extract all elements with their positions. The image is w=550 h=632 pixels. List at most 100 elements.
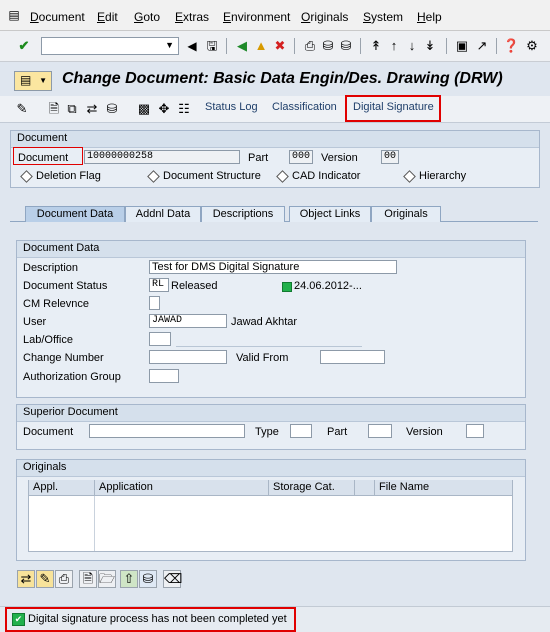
screen-options-icon: ▤ [20,73,32,87]
group-title: Originals [23,461,67,473]
tab-originals[interactable]: Originals [371,206,441,222]
checkin-icon[interactable]: ⇧ [120,570,138,588]
cm-relevance-checkbox[interactable] [149,296,160,310]
screen-options-button[interactable]: ▤ ▼ [14,71,52,91]
group-title: Document Data [23,242,100,254]
title-bar: ▤ ▼ Change Document: Basic Data Engin/De… [0,62,550,96]
superior-part-label: Part [327,426,348,438]
column-header-appl[interactable]: Appl. [29,480,95,496]
superior-version-field[interactable] [466,424,484,438]
tab-descriptions[interactable]: Descriptions [201,206,285,222]
group-header: Document Data [17,241,525,258]
menu-originals[interactable]: Originals [301,10,348,24]
superior-part-field[interactable] [368,424,392,438]
find-icon[interactable]: ⛁ [104,101,120,117]
column-header-blank[interactable] [355,480,375,496]
cad-indicator-label: CAD Indicator [292,170,361,182]
user-full-name: Jawad Akhtar [231,316,298,328]
group-header: Document [11,131,539,148]
print-original-icon[interactable]: ⎙ [55,570,73,588]
menu-goto[interactable]: Goto [134,10,160,24]
document-structure-label: Document Structure [163,170,261,182]
find-next-icon[interactable]: ⛁ [338,38,354,54]
hierarchy-label: Hierarchy [419,170,467,182]
enter-icon[interactable]: ✔ [16,38,32,54]
classification-button[interactable]: Classification [272,101,337,113]
valid-from-label: Valid From [236,352,289,364]
previous-page-icon[interactable]: ↑ [386,38,402,54]
find-icon[interactable]: ⛁ [320,38,336,54]
layout-menu-icon[interactable]: ⚙ [524,38,540,54]
open-original-icon[interactable]: 🗁 [98,570,116,588]
structure-icon[interactable]: ✥ [156,101,172,117]
authorization-group-field[interactable] [149,369,179,383]
column-header-file-name[interactable]: File Name [375,480,512,496]
back-icon[interactable]: ◀ [234,38,250,54]
chevron-down-icon: ▼ [39,76,47,85]
sap-menu-icon[interactable]: ▤ [6,7,22,23]
description-label: Description [23,262,79,274]
part-label: Part [248,152,269,164]
display-original-icon[interactable]: ⛁ [139,570,157,588]
start-application-icon[interactable]: ⇄ [17,570,35,588]
command-field[interactable]: ▼ [41,37,179,55]
superior-type-field[interactable] [290,424,312,438]
page-title: Change Document: Basic Data Engin/Des. D… [62,70,503,87]
new-session-icon[interactable]: ▣ [454,38,470,54]
exit-icon[interactable]: ▲ [253,38,269,54]
new-original-icon[interactable]: 🗎 [79,570,97,588]
menu-environment[interactable]: Environment [223,10,290,24]
superior-document-label: Document [23,426,74,438]
superior-document-field[interactable] [89,424,245,438]
document-status-field[interactable]: RL [149,278,169,292]
change-number-field[interactable] [149,350,227,364]
divider [176,346,362,347]
deletion-flag-label: Deletion Flag [36,170,101,182]
next-page-icon[interactable]: ↓ [404,38,420,54]
copy-document-icon[interactable]: ⧉ [64,101,80,117]
shortcut-icon[interactable]: ↗ [474,38,490,54]
column-divider [94,496,95,551]
first-page-icon[interactable]: ↟ [368,38,384,54]
delete-icon[interactable]: ⌫ [163,570,182,588]
status-log-button[interactable]: Status Log [205,101,258,113]
tab-addnl-data[interactable]: Addnl Data [125,206,201,222]
valid-from-field[interactable] [320,350,385,364]
user-label: User [23,316,47,328]
digital-signature-highlight [345,95,441,122]
status-message[interactable]: Digital signature process has not been c… [28,613,287,625]
superior-type-label: Type [255,426,279,438]
document-number-field[interactable]: 10000000258 [84,150,240,164]
menu-system[interactable]: System [363,10,403,24]
user-field[interactable]: JAWAD [149,314,227,328]
new-document-icon[interactable]: 🗎 [46,101,62,117]
success-check-icon: ✔ [12,613,25,626]
cancel-icon[interactable]: ✖ [272,38,288,54]
application-toolbar: ✎ 🗎 ⧉ ⇄ ⛁ ▩ ✥ ☷ Status Log Classificatio… [0,96,550,123]
menu-bar: ▤ Document Edit Goto Extras Environment … [0,0,550,31]
menu-edit[interactable]: Edit [97,10,118,24]
edit-original-icon[interactable]: ✎ [36,570,54,588]
where-used-icon[interactable]: ⇄ [84,101,100,117]
lab-office-field[interactable] [149,332,171,346]
version-field[interactable]: 00 [381,150,399,164]
menu-document[interactable]: Document [30,10,85,24]
description-field[interactable]: Test for DMS Digital Signature [149,260,397,274]
collapse-icon[interactable]: ◀ [184,38,200,54]
last-page-icon[interactable]: ↡ [422,38,438,54]
column-header-application[interactable]: Application [95,480,269,496]
document-browser-icon[interactable]: ▩ [136,101,152,117]
help-icon[interactable]: ❓ [503,38,519,54]
display-change-icon[interactable]: ✎ [14,101,30,117]
print-icon[interactable]: ⎙ [302,38,318,54]
column-header-storage-cat[interactable]: Storage Cat. [269,480,355,496]
save-icon[interactable]: 🖫 [204,38,220,54]
tab-document-data[interactable]: Document Data [25,206,125,222]
chevron-down-icon[interactable]: ▼ [165,40,174,50]
menu-help[interactable]: Help [417,10,442,24]
group-header: Superior Document [17,405,525,422]
menu-extras[interactable]: Extras [175,10,209,24]
hierarchy-icon[interactable]: ☷ [176,101,192,117]
part-field[interactable]: 000 [289,150,313,164]
tab-object-links[interactable]: Object Links [289,206,371,222]
